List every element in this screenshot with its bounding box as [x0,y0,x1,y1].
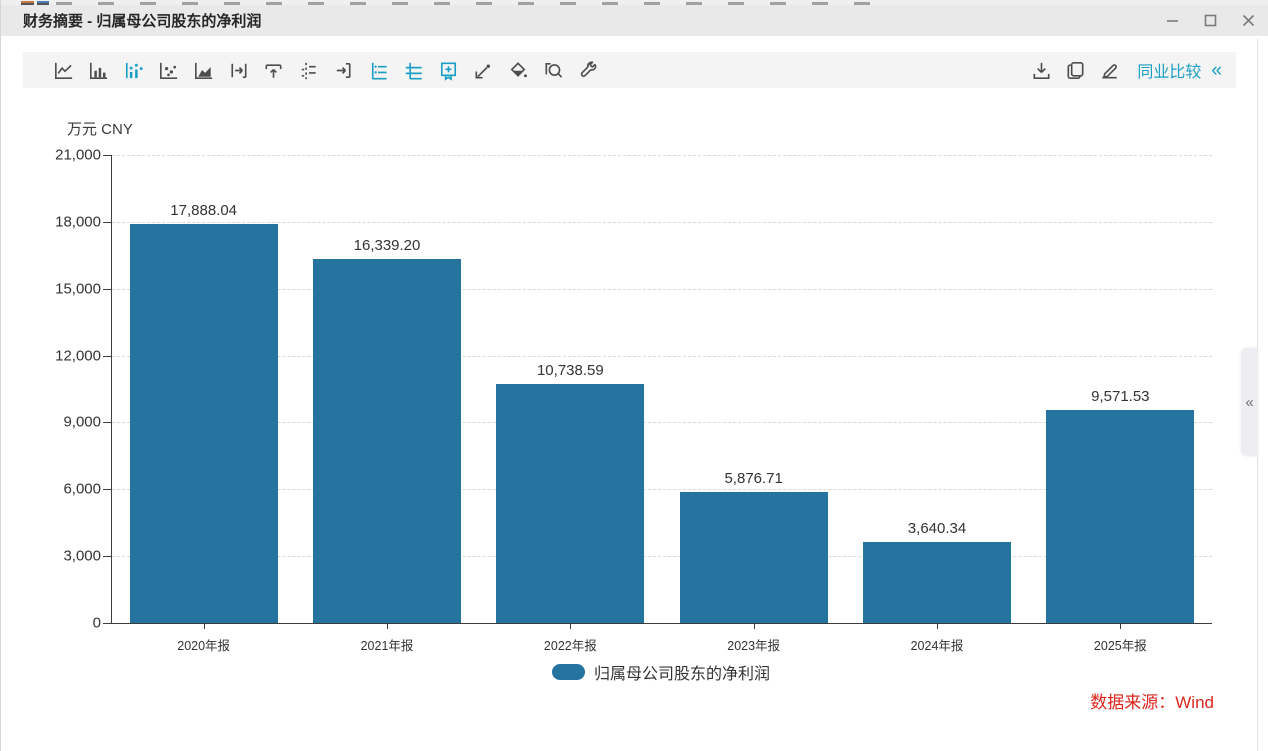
chart-toolbar: 同业比较 « [23,52,1236,88]
y-axis-tick [103,356,112,357]
toolbar-actions: 同业比较 « [1029,58,1222,82]
expand-side-panel-tab[interactable]: « [1241,348,1258,456]
y-axis-tick [103,556,112,557]
edit-icon[interactable] [1097,58,1121,82]
bar-value-label: 10,738.59 [537,362,604,379]
legend-item[interactable]: 归属母公司股东的净利润 [552,660,770,684]
titlebar: 财务摘要 - 归属母公司股东的净利润 [1,5,1268,36]
minimize-icon[interactable] [1164,13,1180,29]
bar[interactable] [1046,410,1194,623]
x-tick-label: 2024年报 [911,635,964,654]
x-axis-tick [570,623,571,629]
close-icon[interactable] [1240,13,1256,29]
bar-value-label: 17,888.04 [170,202,237,219]
bar[interactable] [130,224,278,623]
x-tick-label: 2022年报 [544,635,597,654]
trendline-icon[interactable] [471,58,495,82]
bar-value-label: 3,640.34 [908,520,966,537]
bar-value-label: 9,571.53 [1091,388,1149,405]
axis-shift-up-icon[interactable] [261,58,285,82]
y-axis-tick [103,222,112,223]
y-axis-tick [103,155,112,156]
y-tick-label: 0 [21,615,101,632]
x-axis-tick [754,623,755,629]
secondary-axis-icon[interactable] [331,58,355,82]
bar-chart-icon[interactable] [86,58,110,82]
peer-compare-link[interactable]: 同业比较 [1137,58,1201,82]
x-axis-tick [204,623,205,629]
bar-label-chart-icon[interactable] [121,58,145,82]
y-tick-label: 9,000 [21,414,101,431]
y-tick-label: 21,000 [21,147,101,164]
window-controls [1164,5,1256,36]
chart-type-icons [51,58,600,82]
chart-settings-icon[interactable] [576,58,600,82]
bar[interactable] [680,492,828,623]
axis-shift-right-icon[interactable] [226,58,250,82]
x-tick-label: 2023年报 [727,635,780,654]
x-axis-tick [387,623,388,629]
zoom-area-icon[interactable] [541,58,565,82]
labels-left-icon[interactable] [366,58,390,82]
gridline [112,222,1212,223]
bar[interactable] [863,542,1011,623]
chart-legend: 归属母公司股东的净利润 [111,660,1211,684]
x-tick-label: 2021年报 [361,635,414,654]
area-chart-icon[interactable] [191,58,215,82]
x-tick-label: 2025年报 [1094,635,1147,654]
axis-style-icon[interactable] [296,58,320,82]
chevrons-left-icon: « [1245,394,1253,411]
y-axis-tick [103,289,112,290]
line-chart-icon[interactable] [51,58,75,82]
y-tick-label: 15,000 [21,280,101,297]
x-axis-tick [937,623,938,629]
fill-style-icon[interactable] [506,58,530,82]
x-tick-label: 2020年报 [177,635,230,654]
y-axis-tick [103,489,112,490]
y-tick-label: 3,000 [21,548,101,565]
scatter-chart-icon[interactable] [156,58,180,82]
gridline [112,155,1212,156]
download-icon[interactable] [1029,58,1053,82]
window-title: 财务摘要 - 归属母公司股东的净利润 [23,10,261,31]
legend-swatch [552,664,585,680]
data-flag-icon[interactable] [436,58,460,82]
y-axis-tick [103,422,112,423]
y-axis-tick [103,623,112,624]
bar[interactable] [496,384,644,623]
copy-icon[interactable] [1063,58,1087,82]
y-tick-label: 18,000 [21,213,101,230]
maximize-icon[interactable] [1202,13,1218,29]
y-axis-unit-label: 万元 CNY [67,118,133,139]
legend-label: 归属母公司股东的净利润 [594,660,770,684]
labels-both-icon[interactable] [401,58,425,82]
y-tick-label: 6,000 [21,481,101,498]
bar[interactable] [313,259,461,623]
collapse-panel-icon[interactable]: « [1211,61,1222,80]
plot-area: 03,0006,0009,00012,00015,00018,00021,000… [111,155,1212,624]
bar-value-label: 5,876.71 [724,470,782,487]
y-tick-label: 12,000 [21,347,101,364]
x-axis-tick [1120,623,1121,629]
bar-value-label: 16,339.20 [354,237,421,254]
app-window: 财务摘要 - 归属母公司股东的净利润 [0,0,1268,751]
data-source-note: 数据来源：Wind [1090,688,1214,713]
